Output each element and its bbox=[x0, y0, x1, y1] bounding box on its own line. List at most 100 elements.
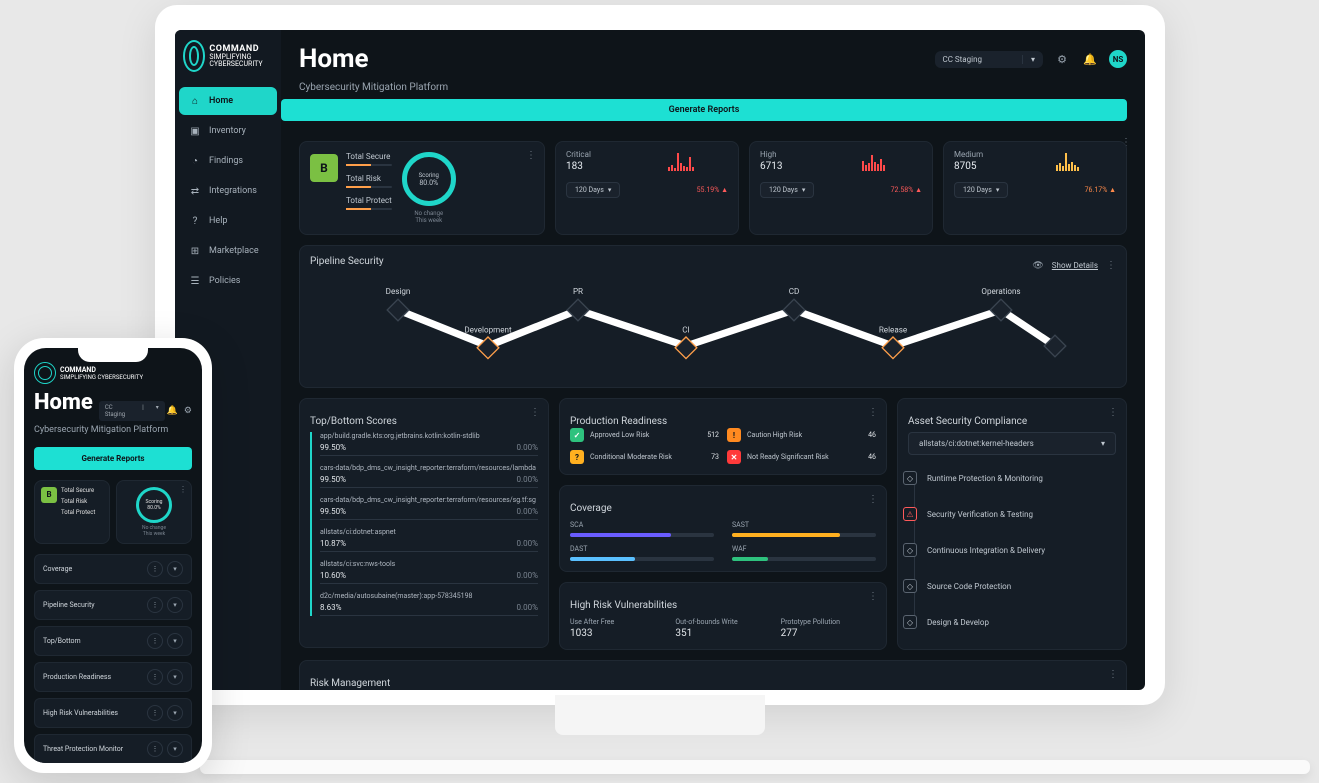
more-icon[interactable]: ⋮ bbox=[868, 407, 878, 418]
compliance-item: ◇Runtime Protection & Monitoring bbox=[931, 471, 1116, 485]
sidebar-item-help[interactable]: ?Help bbox=[179, 207, 277, 235]
chevron-down-icon[interactable]: ▾ bbox=[167, 597, 183, 613]
compliance-select[interactable]: allstats/ci:dotnet:kernel-headers▾ bbox=[908, 432, 1116, 455]
more-icon[interactable]: ⋮ bbox=[526, 150, 536, 161]
topbar: Home CC Staging ▾ ⚙ 🔔 NS bbox=[281, 30, 1145, 80]
readiness-item: ?Conditional Moderate Risk73 bbox=[570, 450, 719, 464]
sidebar-item-integrations[interactable]: ⇄Integrations bbox=[179, 177, 277, 205]
mobile-section[interactable]: Production Readiness⋮▾ bbox=[34, 662, 192, 692]
score-item: d2c/media/autosubaine(master):app-578345… bbox=[320, 592, 538, 616]
readiness-card: Production Readiness ⋮ ✓Approved Low Ris… bbox=[559, 398, 887, 475]
vuln-item: Out-of-bounds Write351 bbox=[675, 618, 770, 639]
svg-text:Release: Release bbox=[879, 325, 907, 335]
mobile-generate-button[interactable]: Generate Reports bbox=[34, 447, 192, 470]
coverage-card: Coverage ⋮ SCASASTDASTWAF bbox=[559, 485, 887, 572]
sidebar-item-findings[interactable]: ◔Findings bbox=[179, 147, 277, 175]
compliance-item: ◇Design & Develop bbox=[931, 615, 1116, 629]
bell-icon[interactable]: 🔔 bbox=[1081, 50, 1099, 68]
mobile-section[interactable]: Pipeline Security⋮▾ bbox=[34, 590, 192, 620]
mobile-frame: COMMANDSIMPLIFYING CYBERSECURITY Home CC… bbox=[14, 338, 212, 773]
severity-critical-card: Critical 183 120 Days▾55.19% ▲ bbox=[555, 141, 739, 235]
avatar[interactable]: NS bbox=[1109, 50, 1127, 68]
app-window: COMMANDSIMPLIFYING CYBERSECURITY ⌂Home ▣… bbox=[175, 30, 1145, 690]
findings-icon: ◔ bbox=[189, 155, 201, 167]
pipeline-diagram: Design PR CD Operations Development CI R… bbox=[310, 283, 1116, 373]
coverage-item: SAST bbox=[732, 521, 876, 537]
chevron-down-icon: ▾ bbox=[996, 186, 1000, 194]
more-icon[interactable]: ⋮ bbox=[868, 494, 878, 505]
mobile-app: COMMANDSIMPLIFYING CYBERSECURITY Home CC… bbox=[24, 348, 202, 763]
svg-text:Operations: Operations bbox=[981, 286, 1020, 296]
chevron-down-icon[interactable]: ▾ bbox=[167, 633, 183, 649]
mobile-title: Home bbox=[34, 390, 93, 415]
main: Home CC Staging ▾ ⚙ 🔔 NS Cybersecurity M… bbox=[281, 30, 1145, 690]
generate-reports-button[interactable]: Generate Reports bbox=[281, 99, 1127, 121]
chevron-down-icon: ▾ bbox=[802, 186, 806, 194]
more-icon[interactable]: ⋮ bbox=[179, 485, 187, 494]
readiness-grid: ✓Approved Low Risk512!Caution High Risk4… bbox=[570, 428, 876, 464]
svg-text:CD: CD bbox=[789, 286, 800, 296]
compliance-title: Asset Security Compliance bbox=[908, 416, 1027, 427]
score-item: allstats/ci:svc:nws-tools10.60%0.00% bbox=[320, 560, 538, 584]
mobile-section[interactable]: High Risk Vulnerabilities⋮▾ bbox=[34, 698, 192, 728]
pipeline-card: Pipeline Security 👁 Show Details ⋮ bbox=[299, 245, 1127, 388]
gear-icon[interactable]: ⚙ bbox=[184, 406, 192, 416]
score-item: app/build.gradle.kts:org.jetbrains.kotli… bbox=[320, 432, 538, 456]
chevron-down-icon: ▾ bbox=[608, 186, 612, 194]
more-icon[interactable]: ⋮ bbox=[1108, 407, 1118, 418]
mobile-section[interactable]: Threat Protection Monitor⋮▾ bbox=[34, 734, 192, 763]
chevron-down-icon: ▾ bbox=[1022, 55, 1035, 64]
chevron-down-icon[interactable]: ▾ bbox=[167, 741, 183, 757]
mobile-logo: COMMANDSIMPLIFYING CYBERSECURITY bbox=[34, 362, 192, 384]
mobile-env-select[interactable]: CC Staging|▾ bbox=[99, 401, 165, 421]
more-icon[interactable]: ⋮ bbox=[147, 669, 163, 685]
days-select[interactable]: 120 Days▾ bbox=[954, 182, 1008, 198]
sidebar-item-policies[interactable]: ☰Policies bbox=[179, 267, 277, 295]
env-label: CC Staging bbox=[943, 55, 982, 64]
page-title: Home bbox=[299, 44, 369, 74]
details-row: Top/Bottom Scores ⋮ app/build.gradle.kts… bbox=[299, 398, 1127, 650]
integrations-icon: ⇄ bbox=[189, 185, 201, 197]
mobile-section[interactable]: Top/Bottom⋮▾ bbox=[34, 626, 192, 656]
more-icon[interactable]: ⋮ bbox=[147, 705, 163, 721]
more-icon[interactable]: ⋮ bbox=[147, 597, 163, 613]
gear-icon[interactable]: ⚙ bbox=[1053, 50, 1071, 68]
svg-text:PR: PR bbox=[573, 286, 583, 296]
more-icon[interactable]: ⋮ bbox=[530, 407, 540, 418]
vulns-card: High Risk Vulnerabilities ⋮ Use After Fr… bbox=[559, 582, 887, 650]
scores-list: app/build.gradle.kts:org.jetbrains.kotli… bbox=[310, 432, 538, 616]
chevron-down-icon[interactable]: ▾ bbox=[167, 705, 183, 721]
grade-badge: B bbox=[310, 154, 338, 182]
chevron-down-icon[interactable]: ▾ bbox=[167, 669, 183, 685]
score-item: cars-data/bdp_dms_cw_insight_reporter:te… bbox=[320, 464, 538, 488]
scores-card: Top/Bottom Scores ⋮ app/build.gradle.kts… bbox=[299, 398, 549, 648]
help-icon: ? bbox=[189, 215, 201, 227]
bell-icon[interactable]: 🔔 bbox=[167, 406, 178, 416]
compliance-card: Asset Security Compliance ⋮ allstats/ci:… bbox=[897, 398, 1127, 650]
more-icon[interactable]: ⋮ bbox=[1108, 669, 1118, 680]
vuln-item: Use After Free1033 bbox=[570, 618, 665, 639]
mobile-section[interactable]: Coverage⋮▾ bbox=[34, 554, 192, 584]
top-right: CC Staging ▾ ⚙ 🔔 NS bbox=[935, 50, 1127, 68]
sidebar-item-marketplace[interactable]: ⊞Marketplace bbox=[179, 237, 277, 265]
more-icon[interactable]: ⋮ bbox=[147, 741, 163, 757]
score-ring: Scoring 80.0% bbox=[402, 152, 456, 206]
desktop-base bbox=[200, 760, 1310, 774]
chevron-down-icon[interactable]: ▾ bbox=[167, 561, 183, 577]
sidebar-item-home[interactable]: ⌂Home bbox=[179, 87, 277, 115]
inventory-icon: ▣ bbox=[189, 125, 201, 137]
chevron-down-icon: ▾ bbox=[1101, 439, 1105, 448]
days-select[interactable]: 120 Days▾ bbox=[566, 182, 620, 198]
svg-text:Design: Design bbox=[386, 286, 411, 296]
show-details-link[interactable]: Show Details bbox=[1052, 261, 1098, 270]
mobile-score-card: ⋮ Scoring80.0% No changeThis week bbox=[116, 480, 192, 544]
sidebar-item-inventory[interactable]: ▣Inventory bbox=[179, 117, 277, 145]
days-select[interactable]: 120 Days▾ bbox=[760, 182, 814, 198]
more-icon[interactable]: ⋮ bbox=[147, 561, 163, 577]
coverage-item: WAF bbox=[732, 545, 876, 561]
more-icon[interactable]: ⋮ bbox=[147, 633, 163, 649]
page-subtitle: Cybersecurity Mitigation Platform bbox=[281, 82, 1145, 93]
env-select[interactable]: CC Staging ▾ bbox=[935, 51, 1043, 68]
more-icon[interactable]: ⋮ bbox=[1106, 260, 1116, 271]
more-icon[interactable]: ⋮ bbox=[868, 591, 878, 602]
